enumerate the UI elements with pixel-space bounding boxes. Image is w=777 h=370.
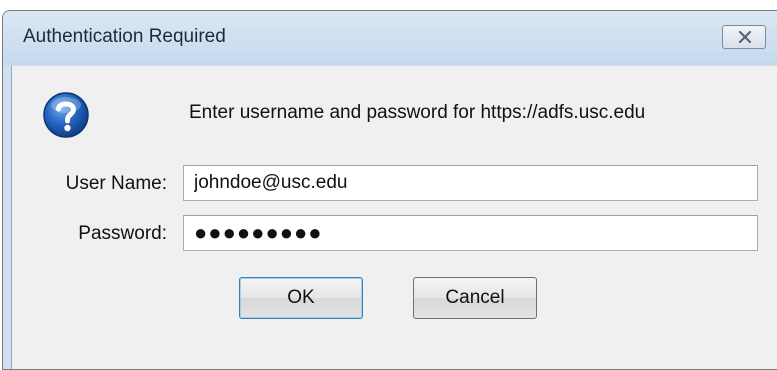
prompt-text: Enter username and password for https://…: [189, 102, 646, 123]
title-bar[interactable]: Authentication Required: [3, 11, 777, 65]
username-label: User Name:: [65, 173, 167, 194]
password-label: Password:: [78, 223, 167, 244]
dialog-content: Enter username and password for https://…: [11, 65, 777, 369]
dialog-title: Authentication Required: [23, 26, 226, 47]
password-input[interactable]: [183, 215, 758, 251]
auth-dialog: Authentication Required Enter username a…: [2, 10, 777, 370]
cancel-button[interactable]: Cancel: [413, 277, 537, 319]
question-icon: [43, 92, 89, 138]
ok-button[interactable]: OK: [239, 277, 363, 319]
close-icon: [738, 31, 752, 43]
close-button[interactable]: [722, 25, 766, 49]
username-input[interactable]: [183, 165, 758, 201]
